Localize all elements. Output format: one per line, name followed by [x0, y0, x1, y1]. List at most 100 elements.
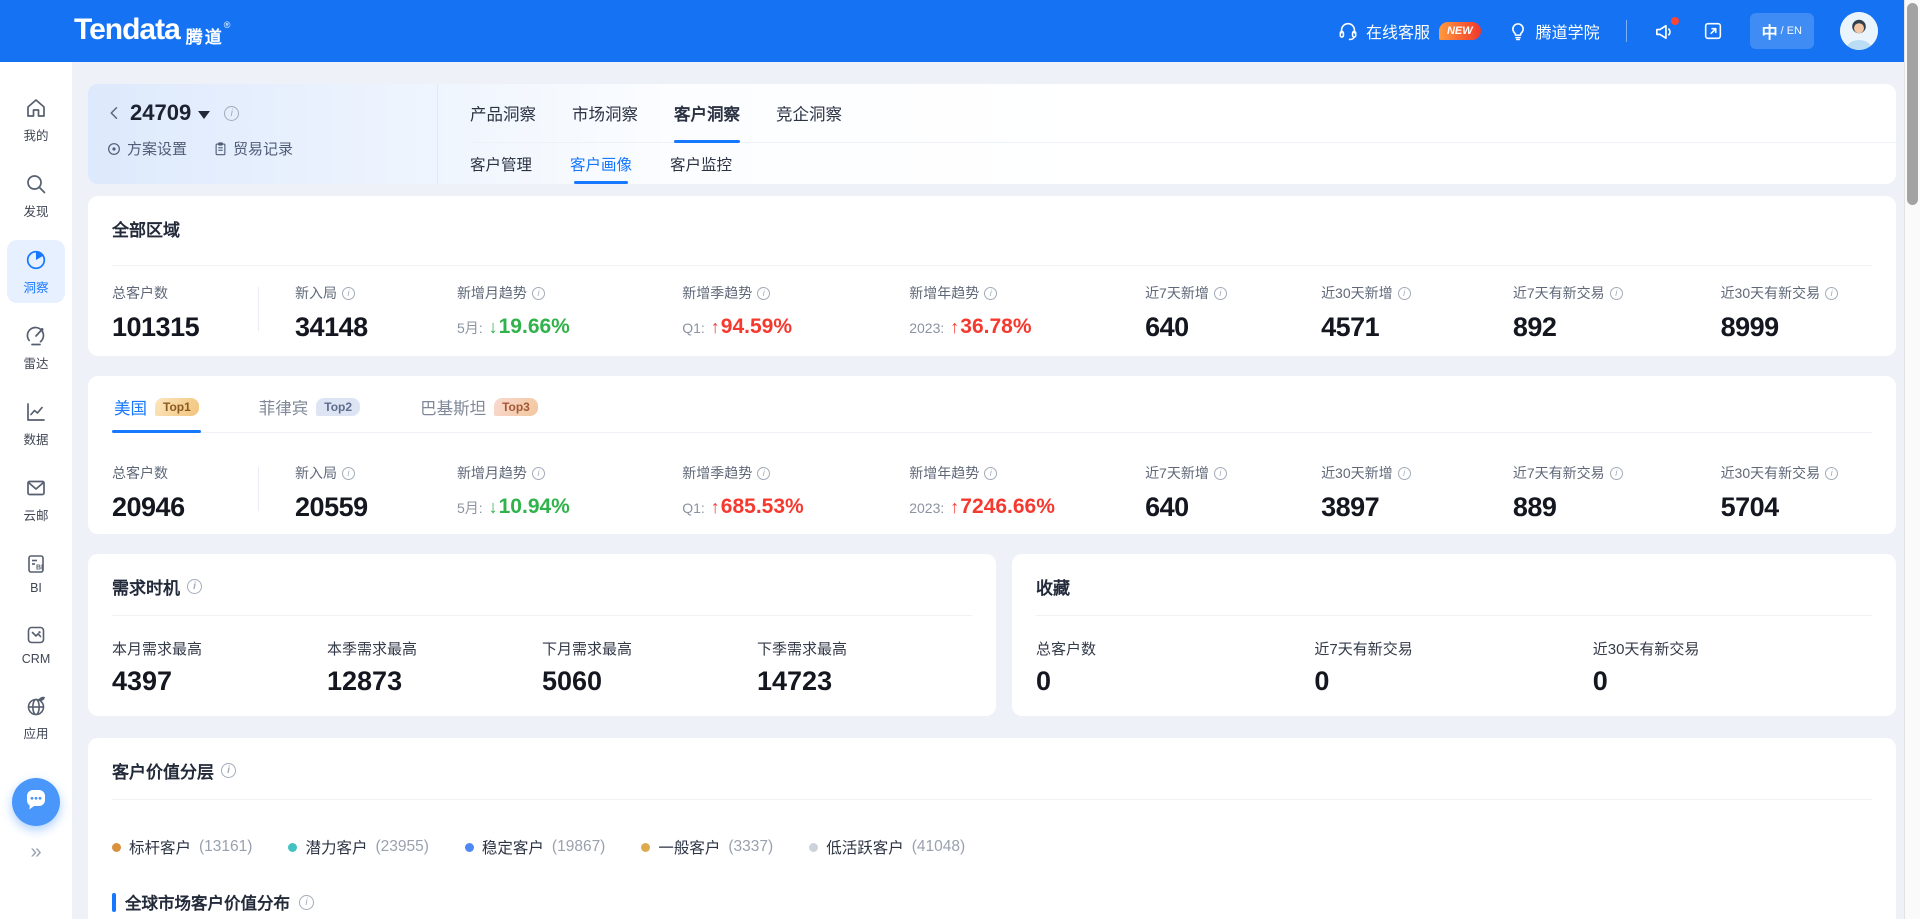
- info-icon[interactable]: [757, 287, 770, 300]
- country-tab-pakistan[interactable]: 巴基斯坦 Top3: [418, 386, 540, 432]
- global-value-distribution-title: 全球市场客户价值分布: [125, 890, 290, 914]
- line-chart-icon: [24, 400, 48, 424]
- info-icon[interactable]: [1825, 467, 1838, 480]
- stat-yearly-trend: 新增年趋势 2023: ↑7246.66%: [909, 463, 1145, 523]
- info-icon[interactable]: [1214, 287, 1227, 300]
- bi-report-icon: BI: [24, 552, 48, 576]
- info-icon[interactable]: [224, 106, 239, 121]
- stat-label: 新入局: [295, 463, 337, 483]
- stat-label: 近7天有新交易: [1513, 463, 1605, 483]
- info-icon[interactable]: [187, 579, 202, 594]
- tab-competitor-insight[interactable]: 竞企洞察: [776, 84, 842, 142]
- legend-potential-customers[interactable]: 潜力客户 (23955): [288, 836, 428, 858]
- sidebar-item-label: 我的: [23, 125, 48, 144]
- sidebar-collapse-button[interactable]: »: [30, 842, 41, 862]
- sidebar-item-mine[interactable]: 我的: [7, 88, 65, 151]
- plan-settings-button[interactable]: 方案设置: [106, 138, 187, 159]
- sidebar-item-label: 数据: [23, 429, 48, 448]
- sidebar-item-label: BI: [30, 581, 42, 595]
- info-icon[interactable]: [342, 467, 355, 480]
- divider: [112, 615, 972, 616]
- country-tab-philippines[interactable]: 菲律宾 Top2: [257, 386, 362, 432]
- stat-label: 本月需求最高: [112, 638, 327, 659]
- sidebar-item-apps[interactable]: 应用: [7, 686, 65, 749]
- stat-label: 近7天新增: [1145, 463, 1209, 483]
- tab-customer-insight[interactable]: 客户洞察: [674, 84, 740, 142]
- sidebar-item-radar[interactable]: 雷达: [7, 316, 65, 379]
- stat-trade-7d: 近7天有新交易 889: [1513, 463, 1721, 523]
- subtab-customer-management[interactable]: 客户管理: [470, 143, 532, 184]
- info-icon[interactable]: [984, 287, 997, 300]
- chat-support-button[interactable]: [12, 778, 60, 826]
- info-icon[interactable]: [1214, 467, 1227, 480]
- stat-value: 12873: [327, 666, 542, 697]
- legend-stable-customers[interactable]: 稳定客户 (19867): [465, 836, 605, 858]
- subtab-customer-profile[interactable]: 客户画像: [570, 143, 632, 184]
- global-value-distribution-section: 全球市场客户价值分布: [112, 890, 1872, 914]
- tab-product-insight[interactable]: 产品洞察: [470, 84, 536, 142]
- legend-dot: [112, 843, 121, 852]
- sidebar-item-bi[interactable]: BI BI: [7, 544, 65, 602]
- stat-new-entrants: 新入局 34148: [295, 283, 457, 343]
- caret-down-icon[interactable]: [198, 111, 210, 119]
- info-icon[interactable]: [984, 467, 997, 480]
- sidebar-item-label: CRM: [22, 652, 50, 666]
- stat-fav-trade-7d: 近7天有新交易 0: [1314, 638, 1592, 697]
- subtab-customer-monitor[interactable]: 客户监控: [670, 143, 732, 184]
- stat-new-7d: 近7天新增 640: [1145, 283, 1321, 343]
- info-icon[interactable]: [1825, 287, 1838, 300]
- sidebar-item-insight[interactable]: 洞察: [7, 240, 65, 303]
- sidebar-item-mail[interactable]: 云邮: [7, 468, 65, 531]
- academy-label: 腾道学院: [1536, 19, 1600, 43]
- legend-benchmark-customers[interactable]: 标杆客户 (13161): [112, 836, 252, 858]
- info-icon[interactable]: [1398, 287, 1411, 300]
- stat-quarterly-trend: 新增季趋势 Q1: ↑94.59%: [682, 283, 909, 343]
- legend-label: 低活跃客户: [826, 836, 904, 858]
- svg-text:BI: BI: [36, 565, 43, 572]
- announcement-icon[interactable]: [1653, 20, 1676, 43]
- info-icon[interactable]: [757, 467, 770, 480]
- sidebar-item-crm[interactable]: CRM: [7, 615, 65, 673]
- stat-value: 101315: [112, 312, 295, 343]
- chat-bubble-icon: [23, 787, 49, 818]
- info-icon[interactable]: [342, 287, 355, 300]
- stat-label: 新增年趋势: [909, 283, 979, 303]
- primary-tabs: 产品洞察 市场洞察 客户洞察 竞企洞察: [470, 84, 1896, 143]
- stat-value: 0: [1036, 666, 1314, 697]
- stat-value: 20946: [112, 492, 295, 523]
- favorites-card: 收藏 总客户数 0 近7天有新交易 0 近30天有新交易 0: [1012, 554, 1896, 716]
- scrollbar-thumb[interactable]: [1907, 3, 1918, 205]
- info-icon[interactable]: [1610, 467, 1623, 480]
- tendata-logo[interactable]: Tendata 腾道 ®: [74, 14, 230, 48]
- country-tab-usa[interactable]: 美国 Top1: [112, 386, 201, 432]
- language-toggle[interactable]: 中 / EN: [1750, 13, 1814, 49]
- academy-button[interactable]: 腾道学院: [1507, 19, 1600, 43]
- legend-general-customers[interactable]: 一般客户 (3337): [641, 836, 773, 858]
- stat-demand-next-quarter: 下季需求最高 14723: [757, 638, 972, 697]
- back-icon[interactable]: [106, 104, 124, 122]
- user-avatar[interactable]: [1840, 12, 1878, 50]
- fullscreen-icon[interactable]: [1702, 20, 1724, 42]
- stat-value: 34148: [295, 312, 457, 343]
- info-icon[interactable]: [532, 287, 545, 300]
- info-icon[interactable]: [1610, 287, 1623, 300]
- sidebar-item-label: 洞察: [23, 277, 48, 296]
- plan-settings-label: 方案设置: [127, 138, 187, 159]
- info-icon[interactable]: [299, 895, 314, 910]
- info-icon[interactable]: [1398, 467, 1411, 480]
- online-service-label: 在线客服: [1366, 19, 1430, 43]
- legend-inactive-customers[interactable]: 低活跃客户 (41048): [809, 836, 965, 858]
- info-icon[interactable]: [532, 467, 545, 480]
- info-icon[interactable]: [221, 763, 236, 778]
- page-scrollbar[interactable]: [1904, 0, 1920, 919]
- online-service-button[interactable]: 在线客服 NEW: [1337, 19, 1481, 43]
- country-name: 美国: [114, 395, 147, 419]
- plan-id[interactable]: 24709: [130, 100, 191, 126]
- home-icon: [24, 96, 48, 120]
- trade-records-button[interactable]: 贸易记录: [213, 138, 293, 159]
- stat-label: 新增年趋势: [909, 463, 979, 483]
- sidebar-item-data[interactable]: 数据: [7, 392, 65, 455]
- sidebar-item-discover[interactable]: 发现: [7, 164, 65, 227]
- legend-dot: [288, 843, 297, 852]
- tab-market-insight[interactable]: 市场洞察: [572, 84, 638, 142]
